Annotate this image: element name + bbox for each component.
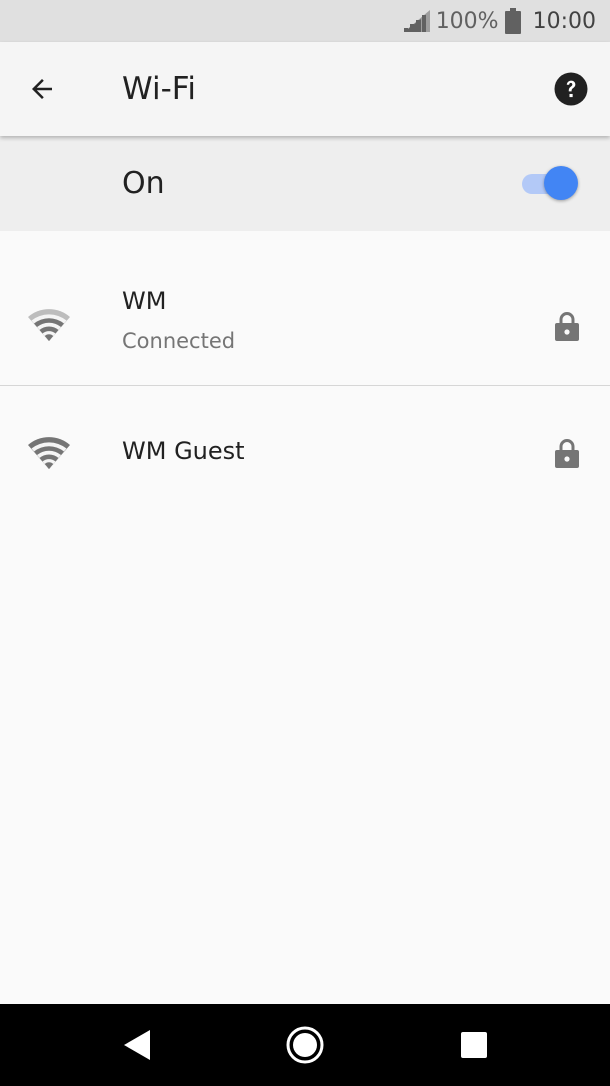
wifi-toggle[interactable] <box>520 166 578 202</box>
switch-label: On <box>122 166 165 201</box>
wifi-master-switch-row[interactable]: On <box>0 136 610 231</box>
battery-icon <box>504 8 521 34</box>
system-nav-bar <box>0 1004 610 1086</box>
back-triangle-icon <box>124 1030 150 1060</box>
cell-signal-icon <box>403 10 430 32</box>
battery-percent: 100% <box>435 8 499 34</box>
arrow-back-icon <box>32 79 52 99</box>
help-icon <box>554 72 588 106</box>
back-button[interactable] <box>18 65 66 113</box>
status-indicators: 100% 10:00 <box>403 0 596 42</box>
lock-icon <box>555 439 579 468</box>
home-circle-icon <box>286 1026 324 1064</box>
wifi-signal-icon <box>28 309 70 341</box>
recents-square-icon <box>461 1032 487 1058</box>
lock-icon <box>555 312 579 341</box>
network-name: WM <box>122 287 167 315</box>
network-item-wm-guest[interactable]: WM Guest <box>0 386 610 518</box>
network-item-wm[interactable]: WM Connected <box>0 231 610 385</box>
status-bar: 100% 10:00 <box>0 0 610 42</box>
nav-recents-button[interactable] <box>454 1025 494 1065</box>
network-status: Connected <box>122 329 236 353</box>
nav-home-button[interactable] <box>285 1025 325 1065</box>
status-time: 10:00 <box>532 8 596 34</box>
nav-back-button[interactable] <box>116 1025 156 1065</box>
app-bar: Wi-Fi <box>0 42 610 136</box>
wifi-signal-icon <box>28 437 70 469</box>
network-name: WM Guest <box>122 437 245 465</box>
help-button[interactable] <box>550 68 592 110</box>
toggle-thumb <box>544 166 578 200</box>
page-title: Wi-Fi <box>122 71 196 107</box>
